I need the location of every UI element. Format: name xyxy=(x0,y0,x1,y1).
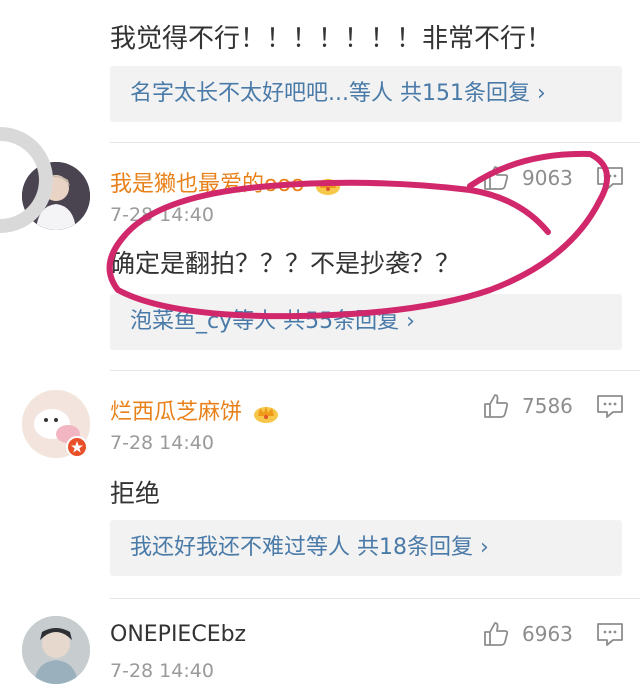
replies-link[interactable]: 名字太长不太好吧吧...等人 共151条回复 › xyxy=(110,66,622,122)
crown-icon xyxy=(254,406,279,423)
username[interactable]: 我是獭也最爱的ooo xyxy=(110,166,341,198)
divider xyxy=(110,598,640,599)
replies-link[interactable]: 泡菜鱼_cy等人 共55条回复 › xyxy=(110,294,622,350)
avatar[interactable] xyxy=(22,616,90,684)
comment-feed: 我觉得不行！！！！！！！非常不行！ 名字太长不太好吧吧...等人 共151条回复… xyxy=(0,0,640,690)
comment-text: 拒绝 xyxy=(110,479,161,508)
thumb-up-icon xyxy=(484,166,509,190)
thumb-up-icon xyxy=(484,394,509,418)
like-count: 7586 xyxy=(522,394,573,418)
timestamp: 7-28 14:40 xyxy=(110,432,214,454)
like-button[interactable]: 9063 xyxy=(482,164,573,192)
replies-link[interactable]: 我还好我还不难过等人 共18条回复 › xyxy=(110,520,622,576)
divider xyxy=(110,370,640,371)
username[interactable]: ONEPIECEbz xyxy=(110,622,246,647)
comment-text: 我觉得不行！！！！！！！非常不行！ xyxy=(110,24,553,54)
comment-icon[interactable] xyxy=(596,394,624,420)
scroll-indicator xyxy=(0,127,53,233)
divider xyxy=(110,142,640,143)
like-button[interactable]: 6963 xyxy=(482,620,573,648)
like-count: 9063 xyxy=(522,166,573,190)
crown-icon xyxy=(316,178,341,195)
comment-icon[interactable] xyxy=(596,166,624,192)
timestamp: 7-28 14:40 xyxy=(110,660,214,682)
timestamp: 7-28 14:40 xyxy=(110,204,214,226)
badge-icon xyxy=(66,436,88,458)
like-button[interactable]: 7586 xyxy=(482,392,573,420)
like-count: 6963 xyxy=(522,622,573,646)
username[interactable]: 烂西瓜芝麻饼 xyxy=(110,394,279,426)
thumb-up-icon xyxy=(484,622,509,646)
comment-icon[interactable] xyxy=(596,622,624,648)
comment-text: 确定是翻拍？？？不是抄袭？？ xyxy=(110,249,461,278)
